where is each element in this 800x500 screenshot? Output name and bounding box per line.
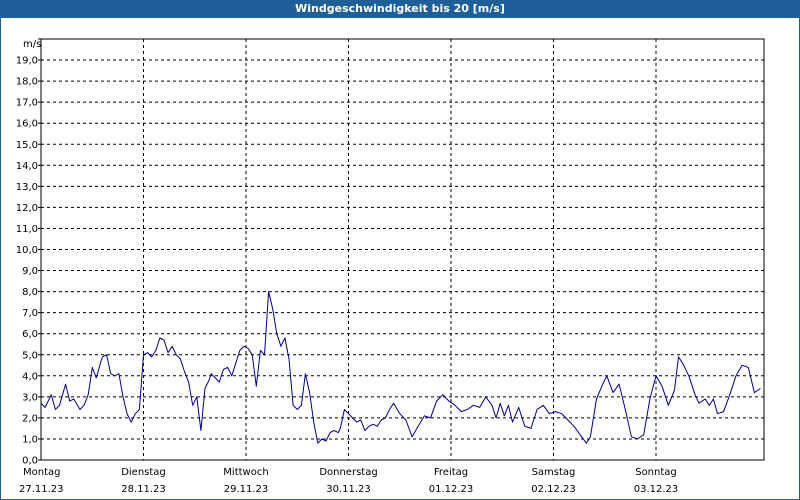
y-axis-unit: m/s <box>23 39 41 50</box>
series <box>40 291 761 444</box>
y-tick-label: 17,0 <box>16 98 38 109</box>
x-tick-date: 30.11.23 <box>326 484 371 495</box>
y-tick-label: 19,0 <box>16 56 38 67</box>
y-tick-label: 2,0 <box>22 413 38 424</box>
y-tick-label: 15,0 <box>16 140 38 151</box>
y-tick-label: 11,0 <box>16 224 38 235</box>
x-tick-day: Mittwoch <box>223 467 268 478</box>
x-tick-date: 29.11.23 <box>224 484 269 495</box>
grid <box>41 39 764 460</box>
y-tick-label: 14,0 <box>16 161 38 172</box>
x-tick-labels: Montag 27.11.23 Dienstag 28.11.23 Mittwoch 29… <box>19 467 678 495</box>
x-tick-day: Sonntag <box>635 467 677 478</box>
x-tick-date: 28.11.23 <box>121 484 166 495</box>
x-tick-day: Dienstag <box>121 467 166 478</box>
x-tick-date: 01.12.23 <box>429 484 474 495</box>
y-tick-label: 6,0 <box>22 329 38 340</box>
y-tick-label: 7,0 <box>22 308 38 319</box>
x-tick-day: Donnerstag <box>319 467 377 478</box>
wind-speed-chart: 0,0 1,0 2,0 3,0 4,0 5,0 6,0 7,0 8,0 9,0 10,0 11,0 12… <box>16 38 765 495</box>
y-tick-label: 0,0 <box>22 456 38 467</box>
wind-speed-line <box>40 291 761 444</box>
chart-panel: 0,0 1,0 2,0 3,0 4,0 5,0 6,0 7,0 8,0 9,0 10,0 11,0 12… <box>0 18 800 500</box>
y-tick-label: 13,0 <box>16 182 38 193</box>
y-tick-label: 16,0 <box>16 119 38 130</box>
y-tick-label: 5,0 <box>22 350 38 361</box>
y-tick-label: 18,0 <box>16 77 38 88</box>
y-tick-label: 12,0 <box>16 203 38 214</box>
y-tick-label: 1,0 <box>22 434 38 445</box>
chart-title: Windgeschwindigkeit bis 20 [m/s] <box>0 0 800 18</box>
y-tick-labels: 0,0 1,0 2,0 3,0 4,0 5,0 6,0 7,0 8,0 9,0 10,0 11,0 12… <box>16 56 38 467</box>
x-tick-date: 02.12.23 <box>531 484 576 495</box>
x-tick-day: Samstag <box>532 467 576 478</box>
x-tick-date: 27.11.23 <box>19 484 64 495</box>
y-tick-label: 3,0 <box>22 392 38 403</box>
x-tick-day: Montag <box>23 467 60 478</box>
x-tick-day: Freitag <box>434 467 468 478</box>
y-tick-label: 4,0 <box>22 371 38 382</box>
x-tick-date: 03.12.23 <box>634 484 679 495</box>
y-tick-label: 10,0 <box>16 245 38 256</box>
y-tick-label: 8,0 <box>22 287 38 298</box>
y-tick-label: 9,0 <box>22 266 38 277</box>
